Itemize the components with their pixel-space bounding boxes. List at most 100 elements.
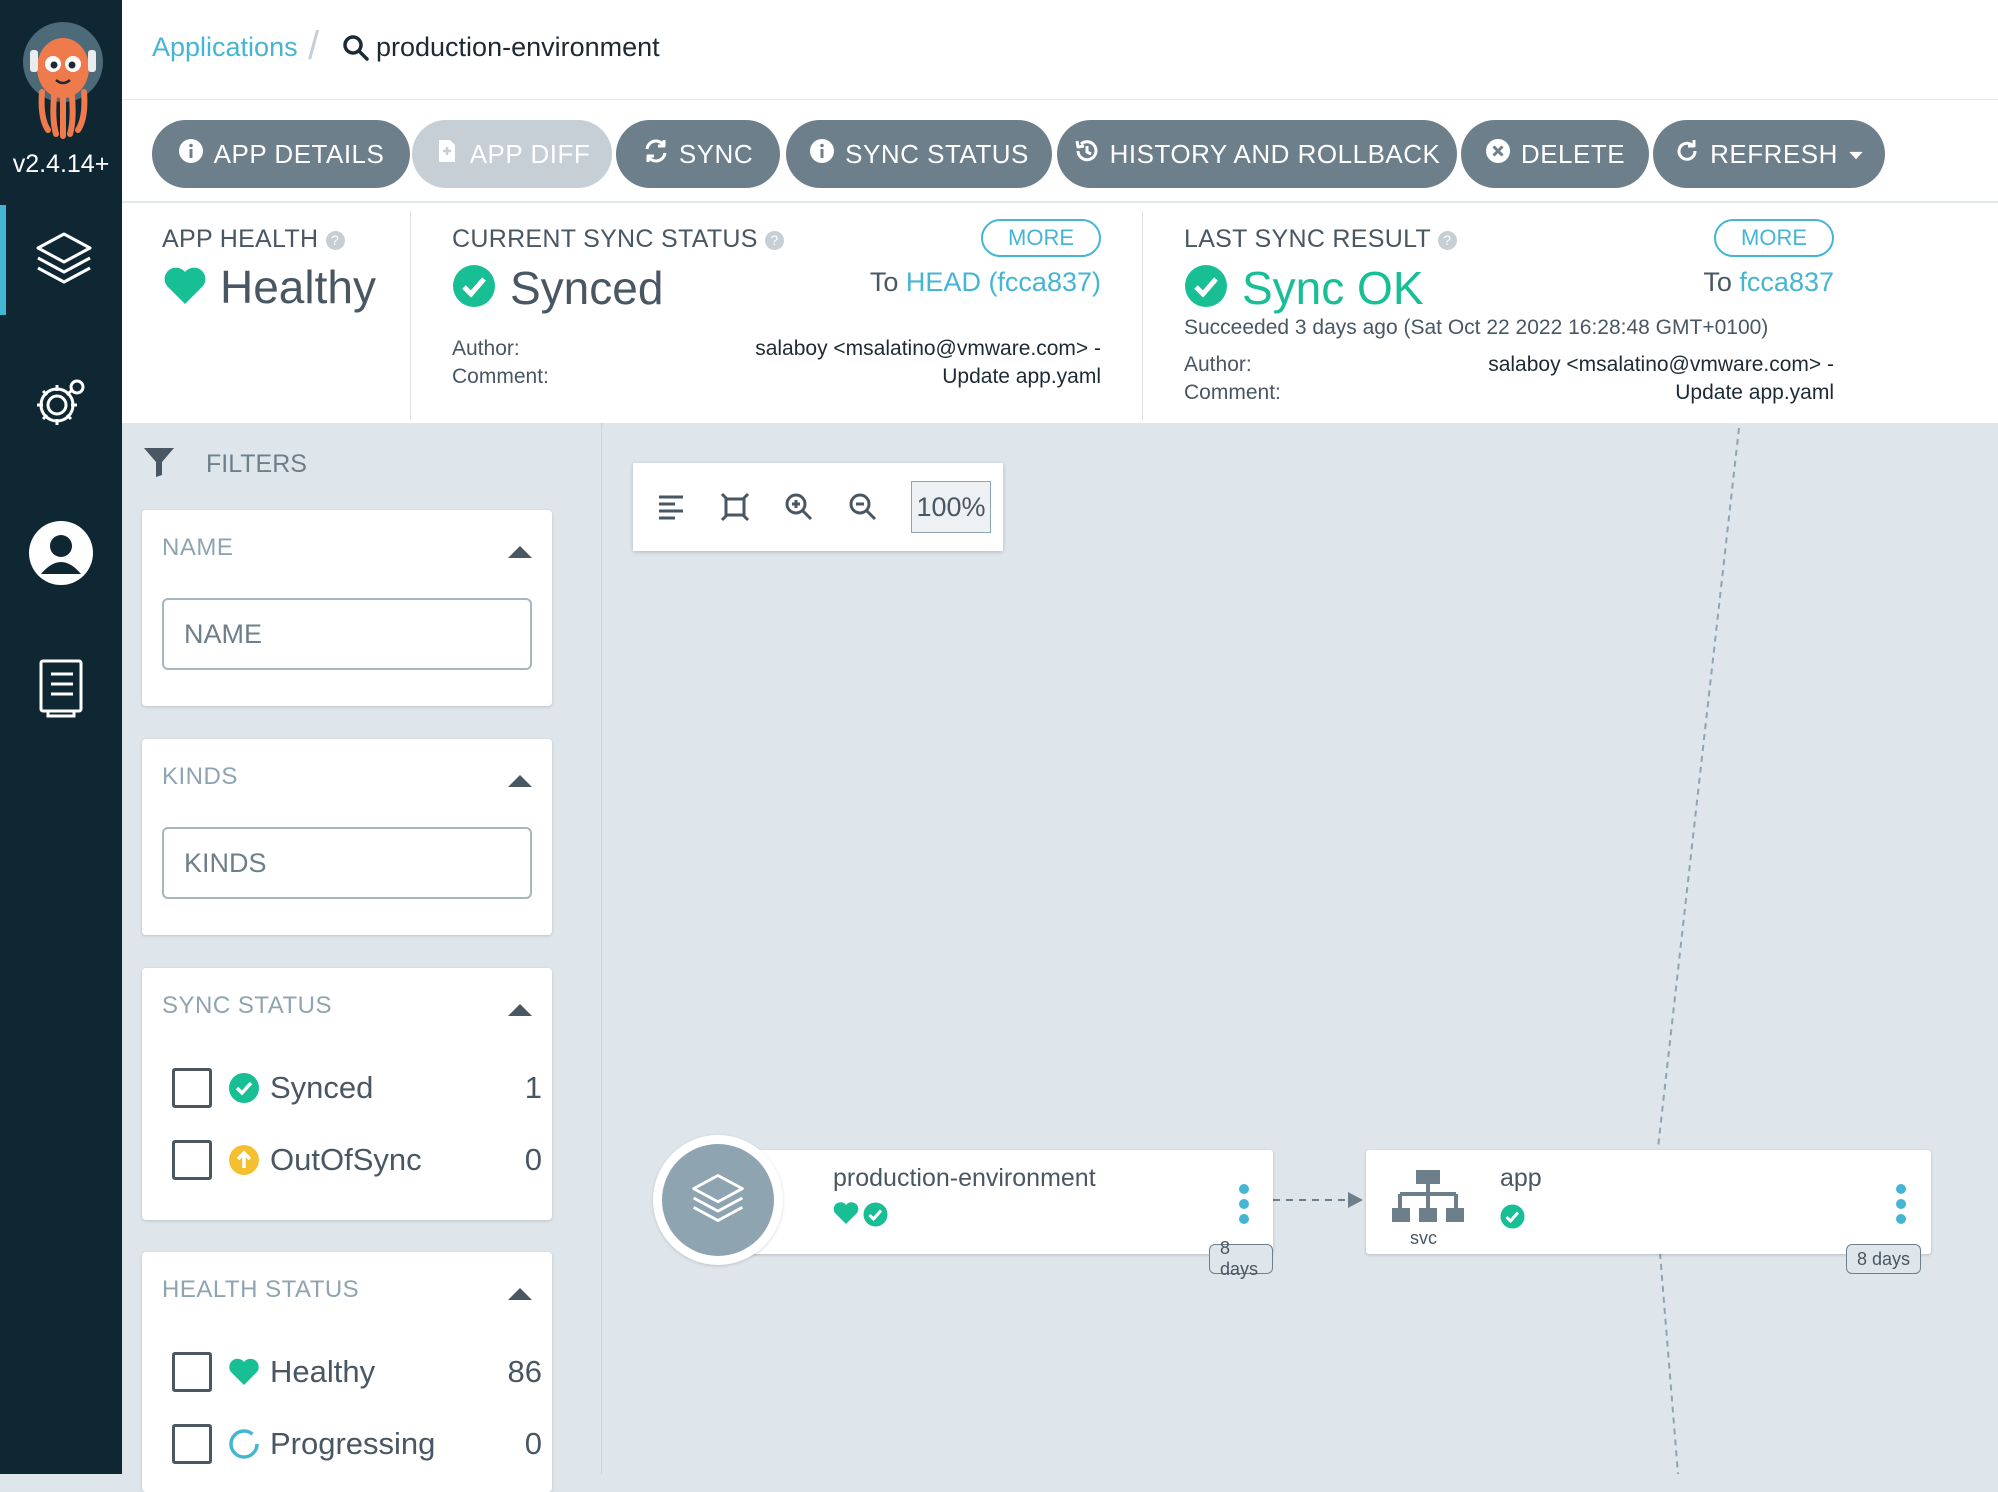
settings-nav[interactable] xyxy=(0,350,122,460)
search-icon[interactable] xyxy=(342,34,370,67)
progress-circle-icon xyxy=(228,1428,260,1460)
last-sync-author: salaboy <msalatino@vmware.com> - xyxy=(1488,353,1834,376)
help-icon[interactable]: ? xyxy=(764,230,784,250)
check-circle-icon xyxy=(228,1072,260,1104)
comment-label: Comment: xyxy=(1184,381,1281,404)
help-icon[interactable]: ? xyxy=(325,230,345,250)
divider xyxy=(1142,211,1143,421)
layers-icon xyxy=(32,226,96,295)
file-diff-icon xyxy=(434,138,460,171)
last-sync-to-label: To xyxy=(1703,267,1732,297)
checkbox[interactable] xyxy=(172,1140,212,1180)
name-filter-input[interactable] xyxy=(162,598,532,670)
fit-screen-icon[interactable] xyxy=(719,491,751,523)
health-status-filter-title: HEALTH STATUS xyxy=(162,1276,360,1303)
checkbox[interactable] xyxy=(172,1424,212,1464)
last-sync-succeeded: Succeeded 3 days ago (Sat Oct 22 2022 16… xyxy=(1184,316,1769,339)
sync-status-filter-title: SYNC STATUS xyxy=(162,992,332,1019)
history-icon xyxy=(1074,138,1100,171)
breadcrumb: Applications / production-environment xyxy=(122,0,1998,100)
app-health-value: Healthy xyxy=(220,261,376,313)
name-filter-title: NAME xyxy=(162,534,234,561)
checkbox[interactable] xyxy=(172,1352,212,1392)
collapse-icon[interactable] xyxy=(508,1004,532,1016)
user-nav[interactable] xyxy=(0,500,122,610)
filter-icon[interactable] xyxy=(142,445,176,484)
kinds-filter: KINDS xyxy=(142,739,552,935)
filter-option-label: Healthy xyxy=(270,1354,376,1389)
docs-nav[interactable] xyxy=(0,635,122,745)
refresh-icon xyxy=(1674,138,1700,171)
health-status-filter: HEALTH STATUS Healthy 86 Progressing 0 xyxy=(142,1252,552,1492)
arrow-up-circle-icon xyxy=(228,1144,260,1176)
sync-button[interactable]: SYNC xyxy=(616,120,780,188)
delete-label: DELETE xyxy=(1520,138,1626,169)
app-diff-label: APP DIFF xyxy=(469,138,591,169)
heart-icon xyxy=(162,264,208,311)
filter-option-count: 0 xyxy=(524,1426,542,1461)
svc-node-age: 8 days xyxy=(1846,1244,1922,1274)
close-circle-icon xyxy=(1485,138,1511,171)
author-label: Author: xyxy=(1184,353,1252,376)
sidebar: v2.4.14+ xyxy=(0,0,122,1474)
sync-label: SYNC xyxy=(678,138,754,169)
applications-nav[interactable] xyxy=(0,205,122,315)
graph-toolbar: 100% xyxy=(633,463,1003,551)
refresh-label: REFRESH xyxy=(1710,138,1838,169)
app-details-button[interactable]: APP DETAILS xyxy=(152,120,410,188)
svc-node-menu-icon[interactable] xyxy=(1896,1184,1906,1224)
info-icon xyxy=(178,138,204,171)
filters-header: FILTERS xyxy=(206,450,307,478)
history-and-rollback-button[interactable]: HISTORY AND ROLLBACK xyxy=(1057,120,1457,188)
sync-status-button[interactable]: SYNC STATUS xyxy=(786,120,1052,188)
last-sync-revision-link[interactable]: fcca837 xyxy=(1739,267,1834,297)
current-sync-revision-link[interactable]: HEAD (fcca837) xyxy=(906,267,1101,297)
checkbox[interactable] xyxy=(172,1068,212,1108)
current-sync-more-button[interactable]: MORE xyxy=(981,219,1101,257)
svc-node[interactable]: svc app 8 days xyxy=(1366,1150,1931,1274)
last-sync-more-button[interactable]: MORE xyxy=(1714,219,1834,257)
app-details-label: APP DETAILS xyxy=(213,138,385,169)
author-label: Author: xyxy=(452,337,520,360)
gear-icon xyxy=(29,371,93,440)
name-filter: NAME xyxy=(142,510,552,706)
align-left-icon[interactable] xyxy=(655,491,687,523)
delete-button[interactable]: DELETE xyxy=(1461,120,1649,188)
filter-option-count: 0 xyxy=(524,1142,542,1177)
user-icon xyxy=(28,520,94,591)
app-node-age: 8 days xyxy=(1209,1238,1273,1279)
check-circle-icon xyxy=(1500,1204,1525,1234)
zoom-level[interactable]: 100% xyxy=(911,481,991,533)
zoom-out-icon[interactable] xyxy=(847,491,879,523)
collapse-icon[interactable] xyxy=(508,775,532,787)
filter-option-progressing[interactable]: Progressing 0 xyxy=(172,1422,542,1466)
resource-graph[interactable]: 100% production-environment 8 days svc a… xyxy=(603,423,1998,1474)
refresh-button[interactable]: REFRESH xyxy=(1653,120,1885,188)
heart-icon xyxy=(833,1202,859,1232)
layers-icon xyxy=(687,1168,749,1233)
collapse-icon[interactable] xyxy=(508,546,532,558)
kinds-filter-input[interactable] xyxy=(162,827,532,899)
breadcrumb-separator: / xyxy=(308,24,320,68)
app-node-menu-icon[interactable] xyxy=(1239,1184,1249,1224)
help-icon[interactable]: ? xyxy=(1437,230,1457,250)
filter-option-outofsync[interactable]: OutOfSync 0 xyxy=(172,1138,542,1182)
main-area: Applications / production-environment AP… xyxy=(122,0,1998,1492)
filter-option-label: Progressing xyxy=(270,1426,436,1461)
current-sync-comment: Update app.yaml xyxy=(942,365,1101,388)
last-sync-value: Sync OK xyxy=(1242,262,1424,314)
filter-option-label: Synced xyxy=(270,1070,374,1105)
filter-option-healthy[interactable]: Healthy 86 xyxy=(172,1350,542,1394)
zoom-in-icon[interactable] xyxy=(783,491,815,523)
app-diff-button[interactable]: APP DIFF xyxy=(412,120,612,188)
breadcrumb-applications-link[interactable]: Applications xyxy=(152,32,298,63)
argo-logo[interactable] xyxy=(20,20,106,140)
svc-node-name: app xyxy=(1500,1164,1542,1192)
current-sync-to-label: To xyxy=(869,267,899,297)
app-node[interactable]: production-environment 8 days xyxy=(723,1150,1273,1279)
kinds-filter-title: KINDS xyxy=(162,763,238,790)
last-sync-title: LAST SYNC RESULT xyxy=(1184,225,1431,253)
filter-option-synced[interactable]: Synced 1 xyxy=(172,1066,542,1110)
breadcrumb-current: production-environment xyxy=(376,32,660,62)
collapse-icon[interactable] xyxy=(508,1288,532,1300)
